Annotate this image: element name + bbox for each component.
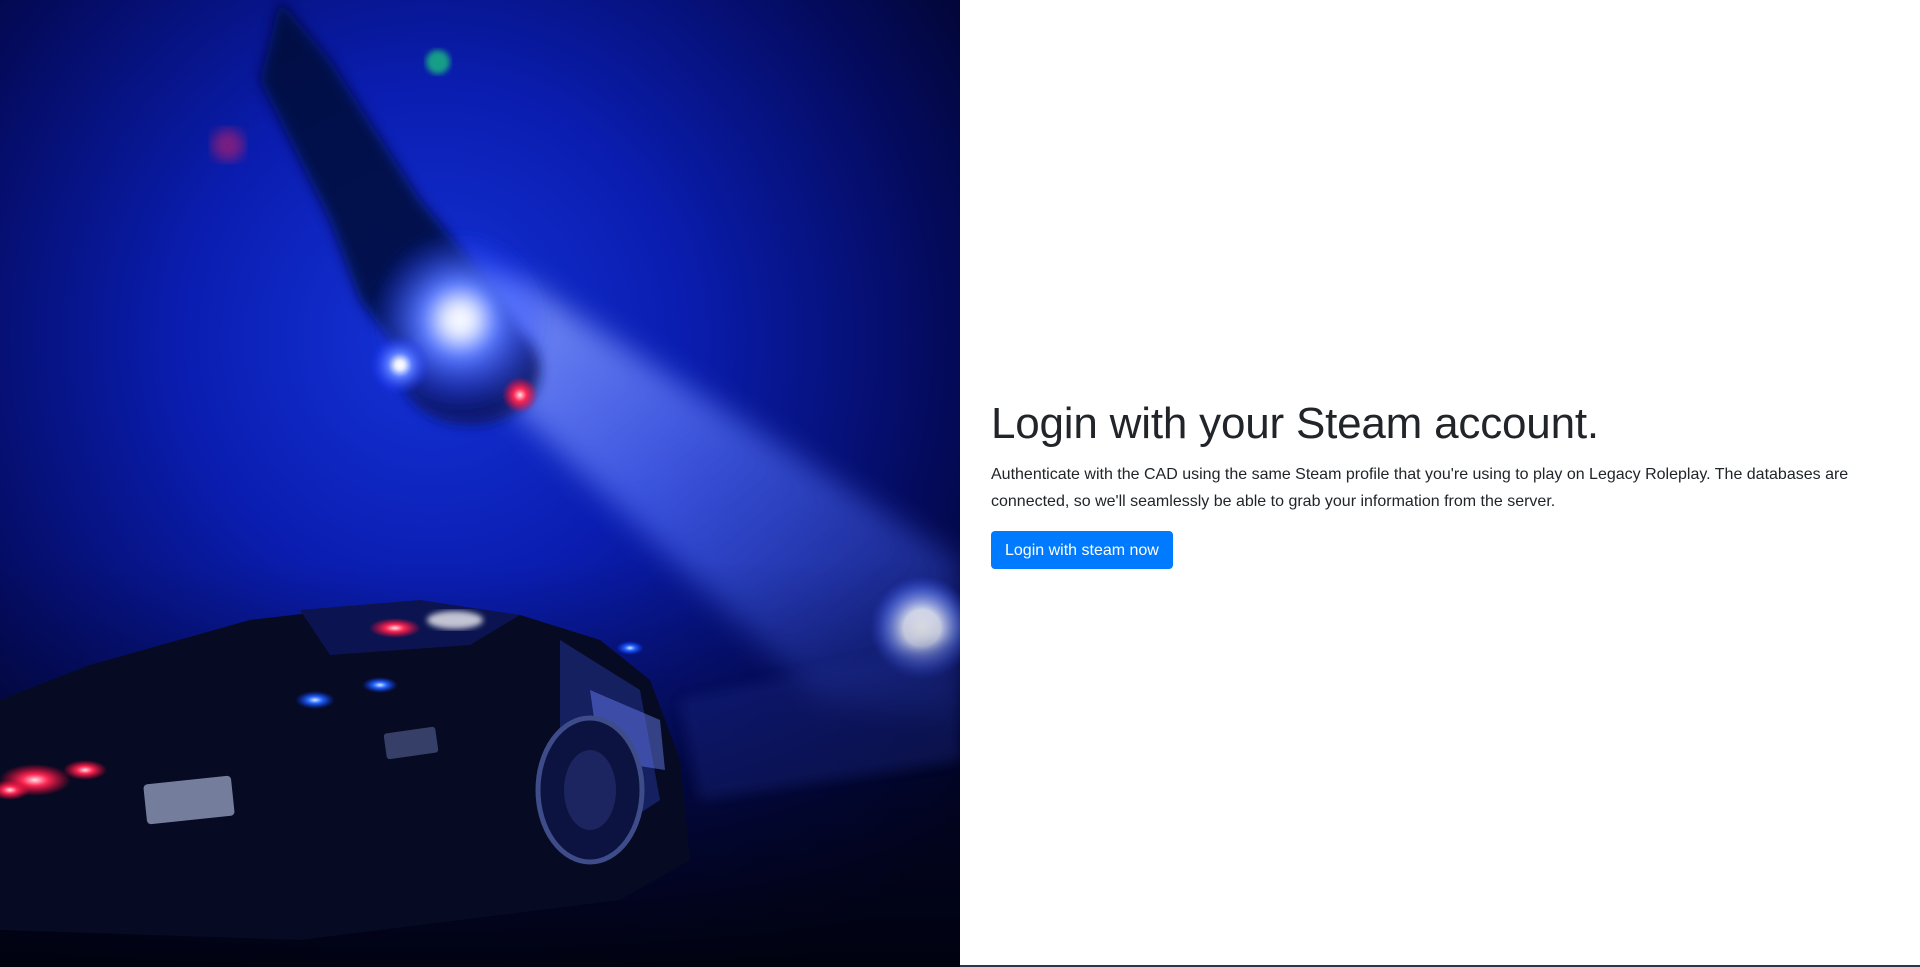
login-description: Authenticate with the CAD using the same… — [991, 465, 1849, 510]
login-with-steam-button[interactable]: Login with steam now — [991, 530, 1173, 569]
hero-background-image — [0, 0, 960, 967]
page-title: Login with your Steam account. — [991, 399, 1599, 448]
login-panel: Login with your Steam account. Authentic… — [991, 398, 1871, 569]
hero-scene — [0, 0, 960, 967]
